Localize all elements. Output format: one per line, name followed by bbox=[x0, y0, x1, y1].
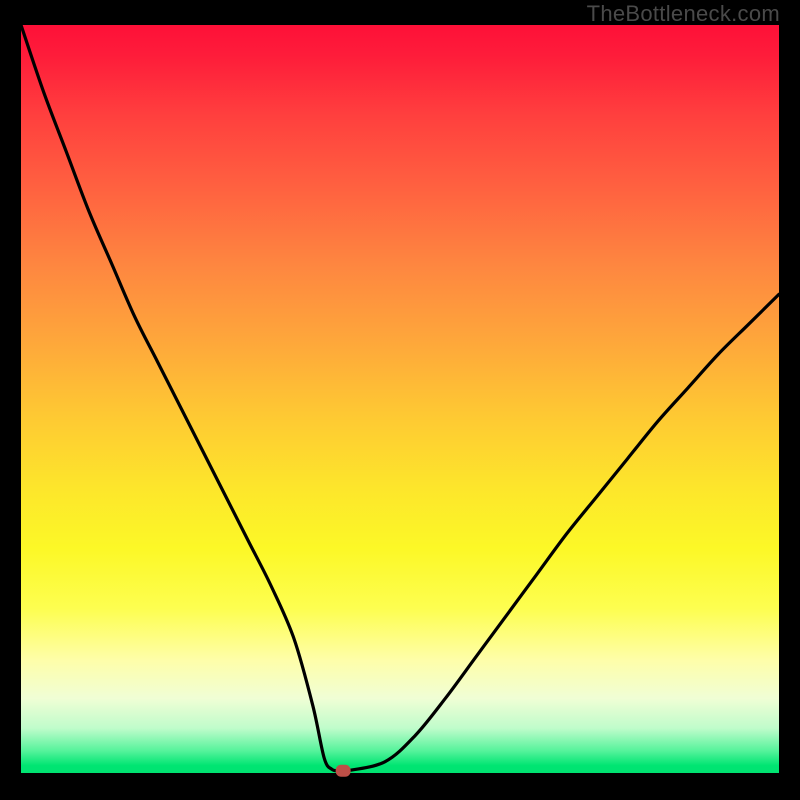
chart-frame: TheBottleneck.com bbox=[0, 0, 800, 800]
minimum-marker bbox=[336, 765, 350, 776]
plot-area bbox=[21, 25, 779, 773]
bottleneck-curve bbox=[21, 25, 779, 773]
curve-path bbox=[21, 25, 779, 771]
watermark-text: TheBottleneck.com bbox=[587, 1, 780, 27]
